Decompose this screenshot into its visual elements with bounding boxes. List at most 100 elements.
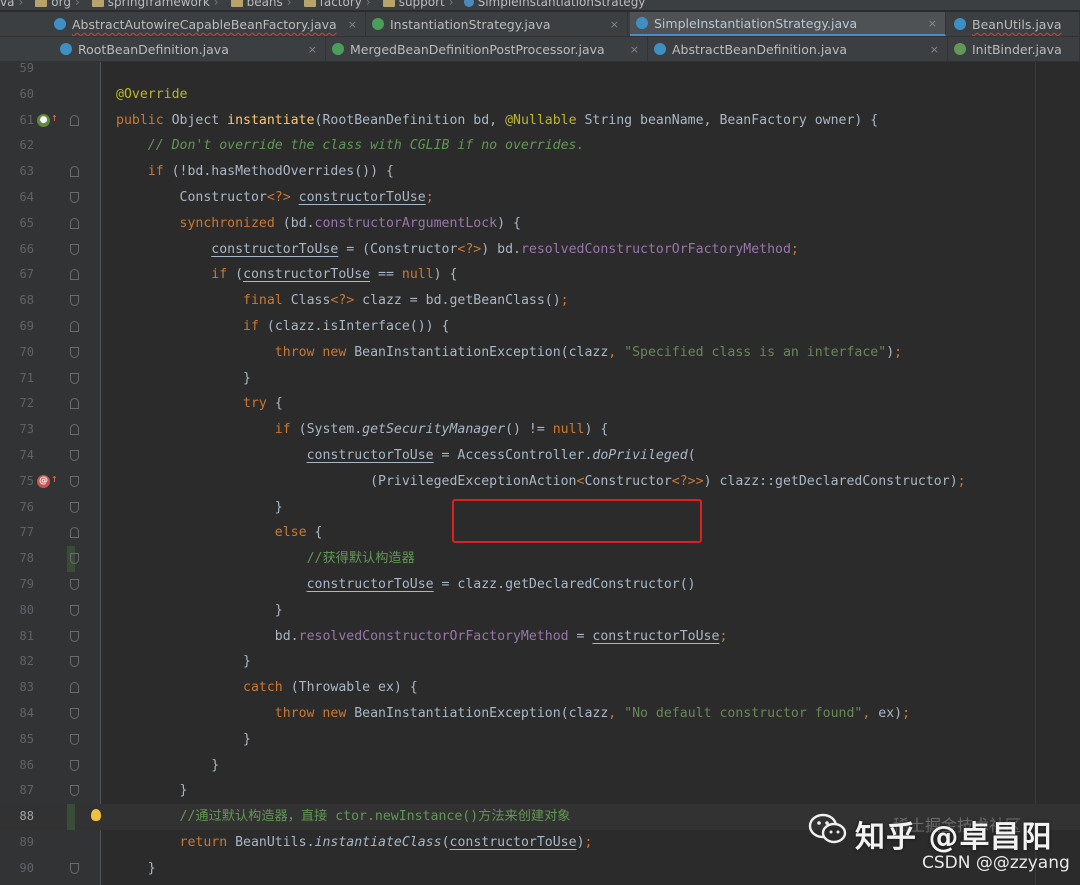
editor-tab[interactable]: BeanUtils.java: [948, 12, 1080, 36]
vcs-change-marker[interactable]: [67, 804, 75, 830]
code-line[interactable]: 67 if (constructorToUse == null) {: [0, 262, 1080, 288]
tab-close-icon[interactable]: ×: [348, 18, 357, 31]
fold-marker-icon[interactable]: [70, 785, 79, 797]
fold-marker-icon[interactable]: [70, 114, 79, 126]
tab-close-icon[interactable]: ×: [928, 17, 937, 30]
editor-tab[interactable]: SimpleInstantiationStrategy.java ×: [630, 12, 946, 36]
tab-close-icon[interactable]: ×: [630, 43, 639, 56]
code-line[interactable]: 66 constructorToUse = (Constructor<?>) b…: [0, 237, 1080, 263]
fold-marker-icon[interactable]: [70, 398, 79, 410]
fold-marker-icon[interactable]: [70, 553, 79, 565]
code-token: ;: [560, 293, 569, 309]
code-line[interactable]: 75 @ ↑ (PrivilegedExceptionAction<Construc…: [0, 469, 1080, 495]
fold-marker-icon[interactable]: [70, 243, 79, 255]
code-line[interactable]: 69 if (clazz.isInterface()) {: [0, 314, 1080, 340]
code-line[interactable]: 70 throw new BeanInstantiationException(…: [0, 340, 1080, 366]
breadcrumb-item[interactable]: SimpleInstantiationStrategy: [460, 0, 652, 9]
code-line[interactable]: 62 // Don't override the class with CGLI…: [0, 133, 1080, 159]
fold-marker-icon[interactable]: [70, 217, 79, 229]
fold-marker-icon[interactable]: [70, 346, 79, 358]
override-marker-icon[interactable]: ●: [37, 113, 50, 127]
fold-marker-icon[interactable]: [70, 295, 79, 307]
code-token: ): [886, 344, 895, 360]
code-line[interactable]: 82 }: [0, 649, 1080, 675]
code-line[interactable]: 73 if (System.getSecurityManager() != nu…: [0, 417, 1080, 443]
code-token: (!bd.hasMethodOverrides()) {: [171, 164, 394, 180]
editor-tab[interactable]: InstantiationStrategy.java ×: [366, 12, 628, 36]
code-token: if: [274, 422, 299, 438]
code-line[interactable]: 72 try {: [0, 391, 1080, 417]
code-token: <?>>: [671, 473, 704, 489]
code-line[interactable]: 65 synchronized (bd.constructorArgumentL…: [0, 211, 1080, 237]
code-line[interactable]: 74 constructorToUse = AccessController.d…: [0, 443, 1080, 469]
lambda-marker-icon[interactable]: @: [37, 474, 50, 488]
fold-marker-icon[interactable]: [70, 321, 79, 332]
code-line[interactable]: 79 constructorToUse = clazz.getDeclaredC…: [0, 572, 1080, 598]
code-token: {: [314, 525, 323, 541]
code-line[interactable]: 78 //获得默认构造器: [0, 546, 1080, 572]
code-line[interactable]: 61 ● ↑ public Object instantiate(RootBeanDe…: [0, 108, 1080, 134]
interface-icon: [332, 43, 344, 55]
code-token: constructorToUse: [298, 190, 426, 205]
code-token: }: [116, 757, 220, 773]
breadcrumb-item[interactable]: support ›: [377, 0, 460, 9]
fold-marker-icon[interactable]: [70, 166, 79, 178]
breadcrumb-item[interactable]: org ›: [29, 0, 86, 9]
fold-marker-icon[interactable]: [70, 759, 79, 771]
code-line[interactable]: 80 }: [0, 598, 1080, 624]
breadcrumb-item[interactable]: springframework ›: [86, 0, 225, 9]
code-line[interactable]: 68 final Class<?> clazz = bd.getBeanClas…: [0, 288, 1080, 314]
code-token: try: [243, 396, 275, 412]
fold-marker-icon[interactable]: [70, 708, 79, 719]
line-number: 83: [19, 680, 34, 695]
code-token: String beanName, BeanFactory owner) {: [584, 112, 879, 128]
code-token: if: [147, 164, 172, 180]
code-editor[interactable]: 59 60 @Override 61 ● ↑ public Object instantia…: [0, 61, 1080, 885]
code-line[interactable]: 83 catch (Throwable ex) {: [0, 675, 1080, 701]
fold-marker-icon[interactable]: [70, 862, 79, 874]
tab-close-icon[interactable]: ×: [308, 43, 317, 56]
code-line[interactable]: 71 }: [0, 366, 1080, 392]
code-token: null: [552, 422, 585, 438]
code-line[interactable]: 59: [0, 56, 1080, 82]
code-line[interactable]: 81 bd.resolvedConstructorOrFactoryMethod…: [0, 624, 1080, 650]
fold-marker-icon[interactable]: [70, 527, 79, 539]
code-line[interactable]: 90 }: [0, 856, 1080, 882]
breadcrumb-item[interactable]: va ›: [0, 0, 29, 9]
fold-marker-icon[interactable]: [70, 192, 79, 203]
breadcrumb-item[interactable]: beans ›: [225, 0, 298, 9]
code-text: if (constructorToUse == null) {: [116, 262, 457, 288]
fold-marker-icon[interactable]: [70, 604, 79, 616]
code-token: }: [116, 499, 283, 515]
code-token: return: [179, 835, 236, 850]
tab-close-icon[interactable]: ×: [930, 43, 939, 56]
fold-marker-icon[interactable]: [70, 450, 79, 461]
line-number: 69: [19, 319, 34, 333]
code-line[interactable]: 86 }: [0, 753, 1080, 779]
fold-marker-icon[interactable]: [70, 733, 79, 745]
editor-tab[interactable]: AbstractAutowireCapableBeanFactory.java ×: [48, 12, 366, 36]
code-line[interactable]: 63 if (!bd.hasMethodOverrides()) {: [0, 159, 1080, 185]
code-line[interactable]: 60 @Override: [0, 82, 1080, 108]
code-token: Constructor: [584, 473, 672, 489]
fold-marker-icon[interactable]: [70, 269, 79, 281]
fold-marker-icon[interactable]: [70, 579, 79, 590]
fold-marker-icon[interactable]: [70, 656, 79, 668]
fold-marker-icon[interactable]: [70, 501, 79, 513]
code-line[interactable]: 64 Constructor<?> constructorToUse;: [0, 185, 1080, 211]
fold-marker-icon[interactable]: [70, 630, 79, 642]
code-line[interactable]: 85 }: [0, 727, 1080, 753]
fold-marker-icon[interactable]: [70, 424, 79, 436]
code-line[interactable]: 87 }: [0, 778, 1080, 804]
lightbulb-icon[interactable]: [91, 809, 101, 822]
fold-marker-icon[interactable]: [70, 475, 79, 487]
breadcrumb-item[interactable]: factory ›: [298, 0, 377, 9]
code-token: final: [243, 293, 291, 309]
fold-marker-icon[interactable]: [70, 372, 79, 384]
fold-marker-icon[interactable]: [70, 682, 79, 694]
tab-close-icon[interactable]: ×: [610, 18, 619, 31]
code-line[interactable]: 84 throw new BeanInstantiationException(…: [0, 701, 1080, 727]
